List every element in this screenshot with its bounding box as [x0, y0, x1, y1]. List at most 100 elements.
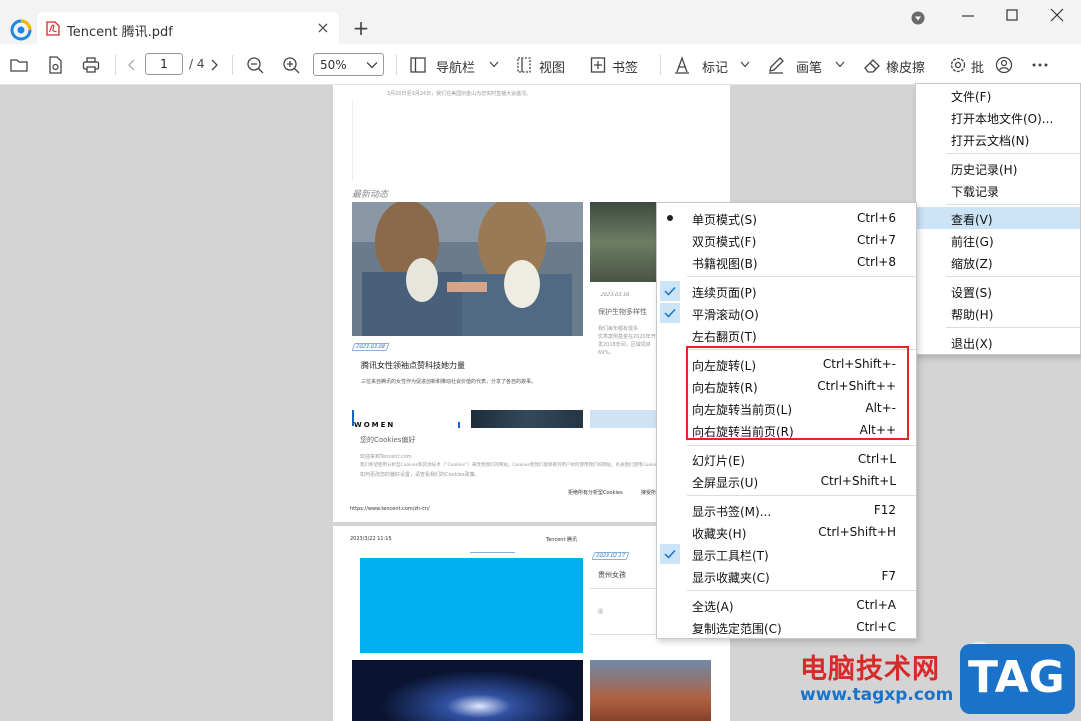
- cookie-text: 欢迎来到Tencent.com: [360, 454, 412, 460]
- menu-item-fullscreen[interactable]: 全屏显示(U) Ctrl+Shift+L: [657, 470, 916, 492]
- menu-item-favorites[interactable]: 收藏夹(H) Ctrl+Shift+H: [657, 521, 916, 543]
- menu-item-downloads[interactable]: 下载记录: [916, 179, 1080, 201]
- menu-item-exit[interactable]: 退出(X): [916, 331, 1080, 353]
- menu-item-book-view[interactable]: 书籍视图(B) Ctrl+8: [657, 251, 916, 273]
- menu-item-label: 帮助(H): [951, 308, 994, 322]
- date-tag: 2023.03.16: [599, 292, 631, 298]
- app-logo-icon: [10, 19, 32, 41]
- menu-separator: [946, 204, 1080, 205]
- zoom-select[interactable]: 50%: [313, 53, 384, 76]
- footer-url[interactable]: https://www.tencent.com/zh-cn/: [350, 506, 430, 512]
- toolbar: 1 / 4 50% 导航栏 视图 书签 标记 画笔 橡皮擦 批: [0, 44, 1081, 85]
- page-number-input[interactable]: 1: [145, 53, 183, 75]
- navigation-panel-icon[interactable]: [408, 55, 428, 75]
- date-tag: 2023.03.08: [351, 343, 390, 351]
- pdf-file-icon: [46, 21, 60, 36]
- menu-item-goto[interactable]: 前往(G): [916, 229, 1080, 251]
- menu-item-label: 全选(A): [692, 600, 734, 614]
- card-description: 提: [598, 609, 604, 615]
- menu-item-show-toolbar[interactable]: 显示工具栏(T): [657, 543, 916, 565]
- eraser-icon[interactable]: [862, 55, 882, 75]
- card-title[interactable]: 贵州女孩: [598, 570, 626, 580]
- pen-button[interactable]: 画笔: [796, 57, 822, 76]
- view-icon[interactable]: [514, 55, 534, 75]
- account-menu-icon[interactable]: [911, 11, 925, 25]
- nav-panel-button[interactable]: 导航栏: [436, 57, 475, 76]
- document-tab[interactable]: Tencent 腾讯.pdf ×: [37, 12, 339, 44]
- menu-item-shortcut: Ctrl+7: [856, 233, 896, 247]
- tab-close-icon[interactable]: ×: [315, 20, 331, 36]
- menu-item-single-page[interactable]: 单页模式(S) Ctrl+6: [657, 207, 916, 229]
- menu-item-label: 平滑滚动(O): [692, 308, 759, 322]
- menu-item-label: 连续页面(P): [692, 286, 757, 300]
- menu-item-double-page[interactable]: 双页模式(F) Ctrl+7: [657, 229, 916, 251]
- previous-page-icon[interactable]: [122, 55, 142, 75]
- maximize-icon[interactable]: [1002, 6, 1022, 26]
- menu-item-shortcut: Ctrl+6: [856, 211, 896, 225]
- menu-item-label: 显示书签(M)...: [692, 505, 772, 519]
- card-title[interactable]: 腾讯女性领袖点赞科技她力量: [361, 360, 465, 371]
- settings-gear-icon[interactable]: [948, 55, 968, 75]
- menu-item-label: 退出(X): [951, 337, 993, 351]
- bookmark-button[interactable]: 书签: [612, 57, 638, 76]
- user-account-icon[interactable]: [994, 55, 1014, 75]
- minimize-icon[interactable]: [958, 6, 978, 26]
- women-photo: [352, 202, 583, 336]
- chevron-down-icon[interactable]: [489, 61, 499, 68]
- menu-item-view[interactable]: 查看(V): [916, 207, 1080, 229]
- menu-item-open-cloud[interactable]: 打开云文档(N): [916, 128, 1080, 150]
- menu-item-shortcut: Ctrl+8: [856, 255, 896, 269]
- batch-button[interactable]: 批: [971, 57, 984, 76]
- menu-item-shortcut: F7: [881, 569, 896, 583]
- blue-image-block: [360, 558, 583, 653]
- menu-item-label: 设置(S): [951, 286, 992, 300]
- menu-item-shortcut: F12: [873, 503, 896, 517]
- menu-item-continuous[interactable]: 连续页面(P): [657, 280, 916, 302]
- menu-item-smooth-scroll[interactable]: 平滑滚动(O): [657, 302, 916, 324]
- zoom-in-icon[interactable]: [281, 55, 301, 75]
- mark-button[interactable]: 标记: [702, 57, 728, 76]
- menu-item-help[interactable]: 帮助(H): [916, 302, 1080, 324]
- toolbar-separator: [232, 55, 233, 75]
- more-options-icon[interactable]: [1030, 55, 1050, 75]
- menu-item-show-favorites[interactable]: 显示收藏夹(C) F7: [657, 565, 916, 587]
- open-folder-icon[interactable]: [9, 55, 29, 75]
- menu-item-open-local[interactable]: 打开本地文件(O)...: [916, 106, 1080, 128]
- reject-cookies-link[interactable]: 拒绝所有分析型Cookies: [568, 489, 623, 496]
- pen-icon[interactable]: [766, 55, 786, 75]
- banner-image: [471, 410, 583, 428]
- close-window-icon[interactable]: [1047, 6, 1067, 26]
- menu-separator: [687, 495, 916, 496]
- menu-item-show-bookmarks[interactable]: 显示书签(M)... F12: [657, 499, 916, 521]
- highlight-marker-icon[interactable]: [672, 55, 692, 75]
- menu-item-label: 双页模式(F): [692, 235, 757, 249]
- zoom-out-icon[interactable]: [245, 55, 265, 75]
- chevron-down-icon[interactable]: [740, 61, 750, 68]
- menu-separator: [946, 327, 1080, 328]
- page-header: Tencent 腾讯: [546, 537, 577, 543]
- cookie-title: 您的Cookies偏好: [360, 436, 416, 444]
- menu-item-copy-selection[interactable]: 复制选定范围(C) Ctrl+C: [657, 616, 916, 638]
- add-bookmark-icon[interactable]: [588, 55, 608, 75]
- concert-photo: [352, 660, 583, 721]
- watermark-url: www.tagxp.com: [800, 685, 954, 705]
- next-page-icon[interactable]: [204, 55, 224, 75]
- toolbar-separator: [396, 55, 397, 75]
- menu-item-zoom[interactable]: 缩放(Z): [916, 251, 1080, 273]
- card-title[interactable]: 保护生物多样性: [598, 307, 647, 317]
- new-tab-plus-icon[interactable]: +: [352, 18, 370, 38]
- checkmark-icon: [660, 303, 680, 323]
- menu-item-file[interactable]: 文件(F): [916, 84, 1080, 106]
- chevron-down-icon[interactable]: [835, 61, 845, 68]
- print-icon[interactable]: [81, 55, 101, 75]
- menu-item-settings[interactable]: 设置(S): [916, 280, 1080, 302]
- view-button[interactable]: 视图: [539, 57, 565, 76]
- watermark-text: 电脑技术网: [800, 654, 940, 685]
- save-file-icon[interactable]: [45, 55, 65, 75]
- menu-item-history[interactable]: 历史记录(H): [916, 157, 1080, 179]
- card-description: 发2018年间，区域项目: [598, 342, 651, 348]
- menu-item-select-all[interactable]: 全选(A) Ctrl+A: [657, 594, 916, 616]
- menu-item-left-right-flip[interactable]: 左右翻页(T): [657, 324, 916, 346]
- eraser-button[interactable]: 橡皮擦: [886, 57, 925, 76]
- menu-item-slideshow[interactable]: 幻灯片(E) Ctrl+L: [657, 448, 916, 470]
